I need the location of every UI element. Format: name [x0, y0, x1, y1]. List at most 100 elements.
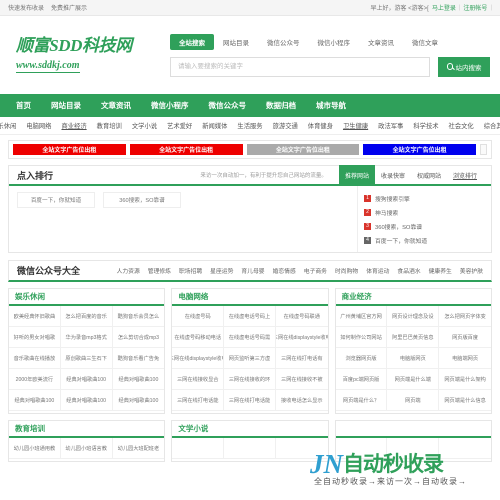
subnav-item-art[interactable]: 艺术爱好 [167, 121, 192, 130]
subnav-item-science[interactable]: 科学技术 [413, 121, 438, 130]
search-input[interactable] [170, 56, 430, 77]
subnav-item-health[interactable]: 卫生健康 [343, 121, 368, 130]
ad-scroll-handle[interactable] [480, 144, 487, 155]
card-cell[interactable]: 阿里巴巴黄页信息 [387, 327, 440, 348]
card-cell[interactable]: 酷狗音乐会员怎么 [112, 306, 165, 327]
subnav-item-entertainment[interactable]: 娱乐休闲 [0, 121, 16, 130]
card-cell[interactable] [172, 438, 225, 459]
rank-list-item-4[interactable]: 4 百度一下，你就知道 [364, 233, 485, 247]
card-cell[interactable]: 电脑版网页 [387, 348, 440, 369]
card-cell[interactable]: 经典对唱歌曲100 [112, 390, 165, 411]
rank-list-item-3[interactable]: 3 360搜索，SO靠谱 [364, 219, 485, 233]
wx-tag-recruit[interactable]: 职场招聘 [179, 266, 202, 275]
subnav-item-sports[interactable]: 体育健身 [308, 121, 333, 130]
card-cell[interactable] [335, 438, 388, 459]
panel-tab-authority[interactable]: 权威网站 [411, 165, 447, 185]
card-cell[interactable]: 经典对唱歌曲100 [112, 369, 165, 390]
card-cell[interactable]: 2000年欧美流行 [9, 369, 61, 390]
card-cell[interactable]: 怎么把网页字体变 [439, 306, 491, 327]
card-cell[interactable]: 华为录音mp3格式 [60, 327, 113, 348]
nav-item-directory[interactable]: 网站目录 [51, 100, 81, 111]
wx-tag-horoscope[interactable]: 星座运势 [210, 266, 233, 275]
ad-slot-2[interactable]: 全站文字广告位出租 [129, 144, 243, 155]
card-cell[interactable] [275, 438, 328, 459]
nav-item-official-account[interactable]: 微信公众号 [209, 100, 247, 111]
card-cell[interactable]: 在线虚号码 [172, 306, 225, 327]
subnav-item-computer[interactable]: 电脑网络 [26, 121, 51, 130]
card-cell[interactable]: 百度pc端网页版 [335, 369, 388, 390]
card-cell[interactable]: 在线虚电话号码需 [224, 327, 276, 348]
card-cell[interactable]: 网页设计理念及设 [387, 306, 440, 327]
site-logo[interactable]: 顺富SDD科技网 www.sddkj.com [10, 36, 160, 74]
search-button[interactable]: 站内搜索 [438, 56, 490, 77]
search-tab-wechat-official[interactable]: 微信公众号 [258, 34, 309, 50]
ad-slot-4[interactable]: 全站文字广告位出租 [363, 144, 476, 155]
card-cell[interactable]: 怎么把百度的音乐 [60, 306, 113, 327]
card-cell[interactable]: 三网在线displaystyle收电 [172, 348, 225, 369]
card-cell[interactable]: 原创歌曲三生石下 [60, 348, 113, 369]
card-cell[interactable] [224, 438, 276, 459]
ad-slot-3[interactable]: 全站文字广告位出租 [246, 144, 360, 155]
card-cell[interactable]: 好听的男女对唱歌 [9, 327, 61, 348]
card-cell[interactable] [439, 438, 491, 459]
subnav-item-travel[interactable]: 旅游交通 [273, 121, 298, 130]
rank-list-item-1[interactable]: 1 搜狗搜索引擎 [364, 191, 485, 205]
wx-tag-shopping[interactable]: 时尚购物 [335, 266, 358, 275]
card-cell[interactable]: 电脑端网页 [439, 348, 491, 369]
topbar-link-publish[interactable]: 快速发布收录 [8, 3, 44, 12]
search-tab-wechat-article[interactable]: 微信文章 [403, 34, 447, 50]
card-cell[interactable]: 三网在线接收显合 [172, 369, 225, 390]
panel-tab-fast-review[interactable]: 收录快审 [375, 165, 411, 185]
card-cell[interactable]: 三网在线接收的环 [224, 369, 276, 390]
subnav-item-military[interactable]: 政法军事 [378, 121, 403, 130]
subnav-item-news[interactable]: 新闻媒体 [202, 121, 227, 130]
card-cell[interactable]: 接收电话怎么显示 [275, 390, 328, 411]
search-tab-all[interactable]: 全站搜索 [170, 33, 214, 50]
card-cell[interactable]: 网页端是什么信息 [439, 390, 491, 411]
card-cell[interactable]: 经典对唱歌曲100 [60, 390, 113, 411]
subnav-item-business[interactable]: 商业经济 [61, 121, 86, 130]
card-cell[interactable]: 三网在线接收不被 [275, 369, 328, 390]
nav-item-articles[interactable]: 文章资讯 [101, 100, 131, 111]
card-cell[interactable]: 三网在线打电话能 [224, 390, 276, 411]
card-cell[interactable]: 幼儿园大班配班老 [112, 438, 165, 459]
wx-tag-parenting[interactable]: 育儿母婴 [241, 266, 264, 275]
panel-tab-recommended[interactable]: 推荐网站 [338, 165, 375, 185]
wx-tag-management[interactable]: 管理修炼 [148, 266, 171, 275]
card-cell[interactable]: 网页端是什么架构 [439, 369, 491, 390]
wx-tag-romance[interactable]: 婚恋情感 [273, 266, 296, 275]
card-cell[interactable]: 怎么剪切合成mp3 [112, 327, 165, 348]
wx-tag-beauty[interactable]: 美容护肤 [460, 266, 483, 275]
card-cell[interactable]: 网页监听第三方虚 [224, 348, 276, 369]
panel-tab-browse-rank[interactable]: 浏览排行 [447, 165, 483, 185]
rank-cell-360[interactable]: 360搜索，SO靠谱 [103, 192, 181, 208]
card-cell[interactable]: 在线虚电话号码上 [224, 306, 276, 327]
card-cell[interactable]: 欧美经典怀旧歌曲 [9, 306, 61, 327]
card-cell[interactable]: 酷狗音乐看广告免 [112, 348, 165, 369]
card-cell[interactable]: 三网在线displaystyle收电 [275, 327, 328, 348]
wx-tag-food[interactable]: 食品酒水 [397, 266, 420, 275]
card-cell[interactable]: 网页端是什么？ [335, 390, 388, 411]
card-cell[interactable]: 网页端 [387, 390, 440, 411]
login-link[interactable]: 马上登录 [432, 3, 456, 12]
wx-tag-wellness[interactable]: 健康养生 [429, 266, 452, 275]
card-cell[interactable]: 在线虚号码联通 [275, 306, 328, 327]
card-cell[interactable] [387, 438, 440, 459]
subnav-item-education[interactable]: 教育培训 [97, 121, 122, 130]
subnav-item-society[interactable]: 社会文化 [449, 121, 474, 130]
wx-tag-sports[interactable]: 体育运动 [366, 266, 389, 275]
search-tab-directory[interactable]: 网站目录 [214, 34, 258, 50]
wx-tag-hr[interactable]: 人力资源 [117, 266, 140, 275]
rank-list-item-2[interactable]: 2 神马搜索 [364, 205, 485, 219]
subnav-item-life[interactable]: 生活服务 [237, 121, 262, 130]
subnav-item-other[interactable]: 综合其他 [484, 121, 500, 130]
card-cell[interactable]: 经典对唱歌曲100 [60, 369, 113, 390]
subnav-item-literature[interactable]: 文学小说 [132, 121, 157, 130]
topbar-link-promote[interactable]: 免费推广展示 [51, 3, 87, 12]
nav-item-miniprogram[interactable]: 微信小程序 [151, 100, 189, 111]
card-cell[interactable]: 音乐歌曲在线播放 [9, 348, 61, 369]
nav-item-home[interactable]: 首页 [16, 100, 31, 111]
rank-cell-baidu[interactable]: 百度一下，你就知道 [17, 192, 95, 208]
wx-tag-ecommerce[interactable]: 电子商务 [304, 266, 327, 275]
card-cell[interactable]: 浏览器网页版 [335, 348, 388, 369]
